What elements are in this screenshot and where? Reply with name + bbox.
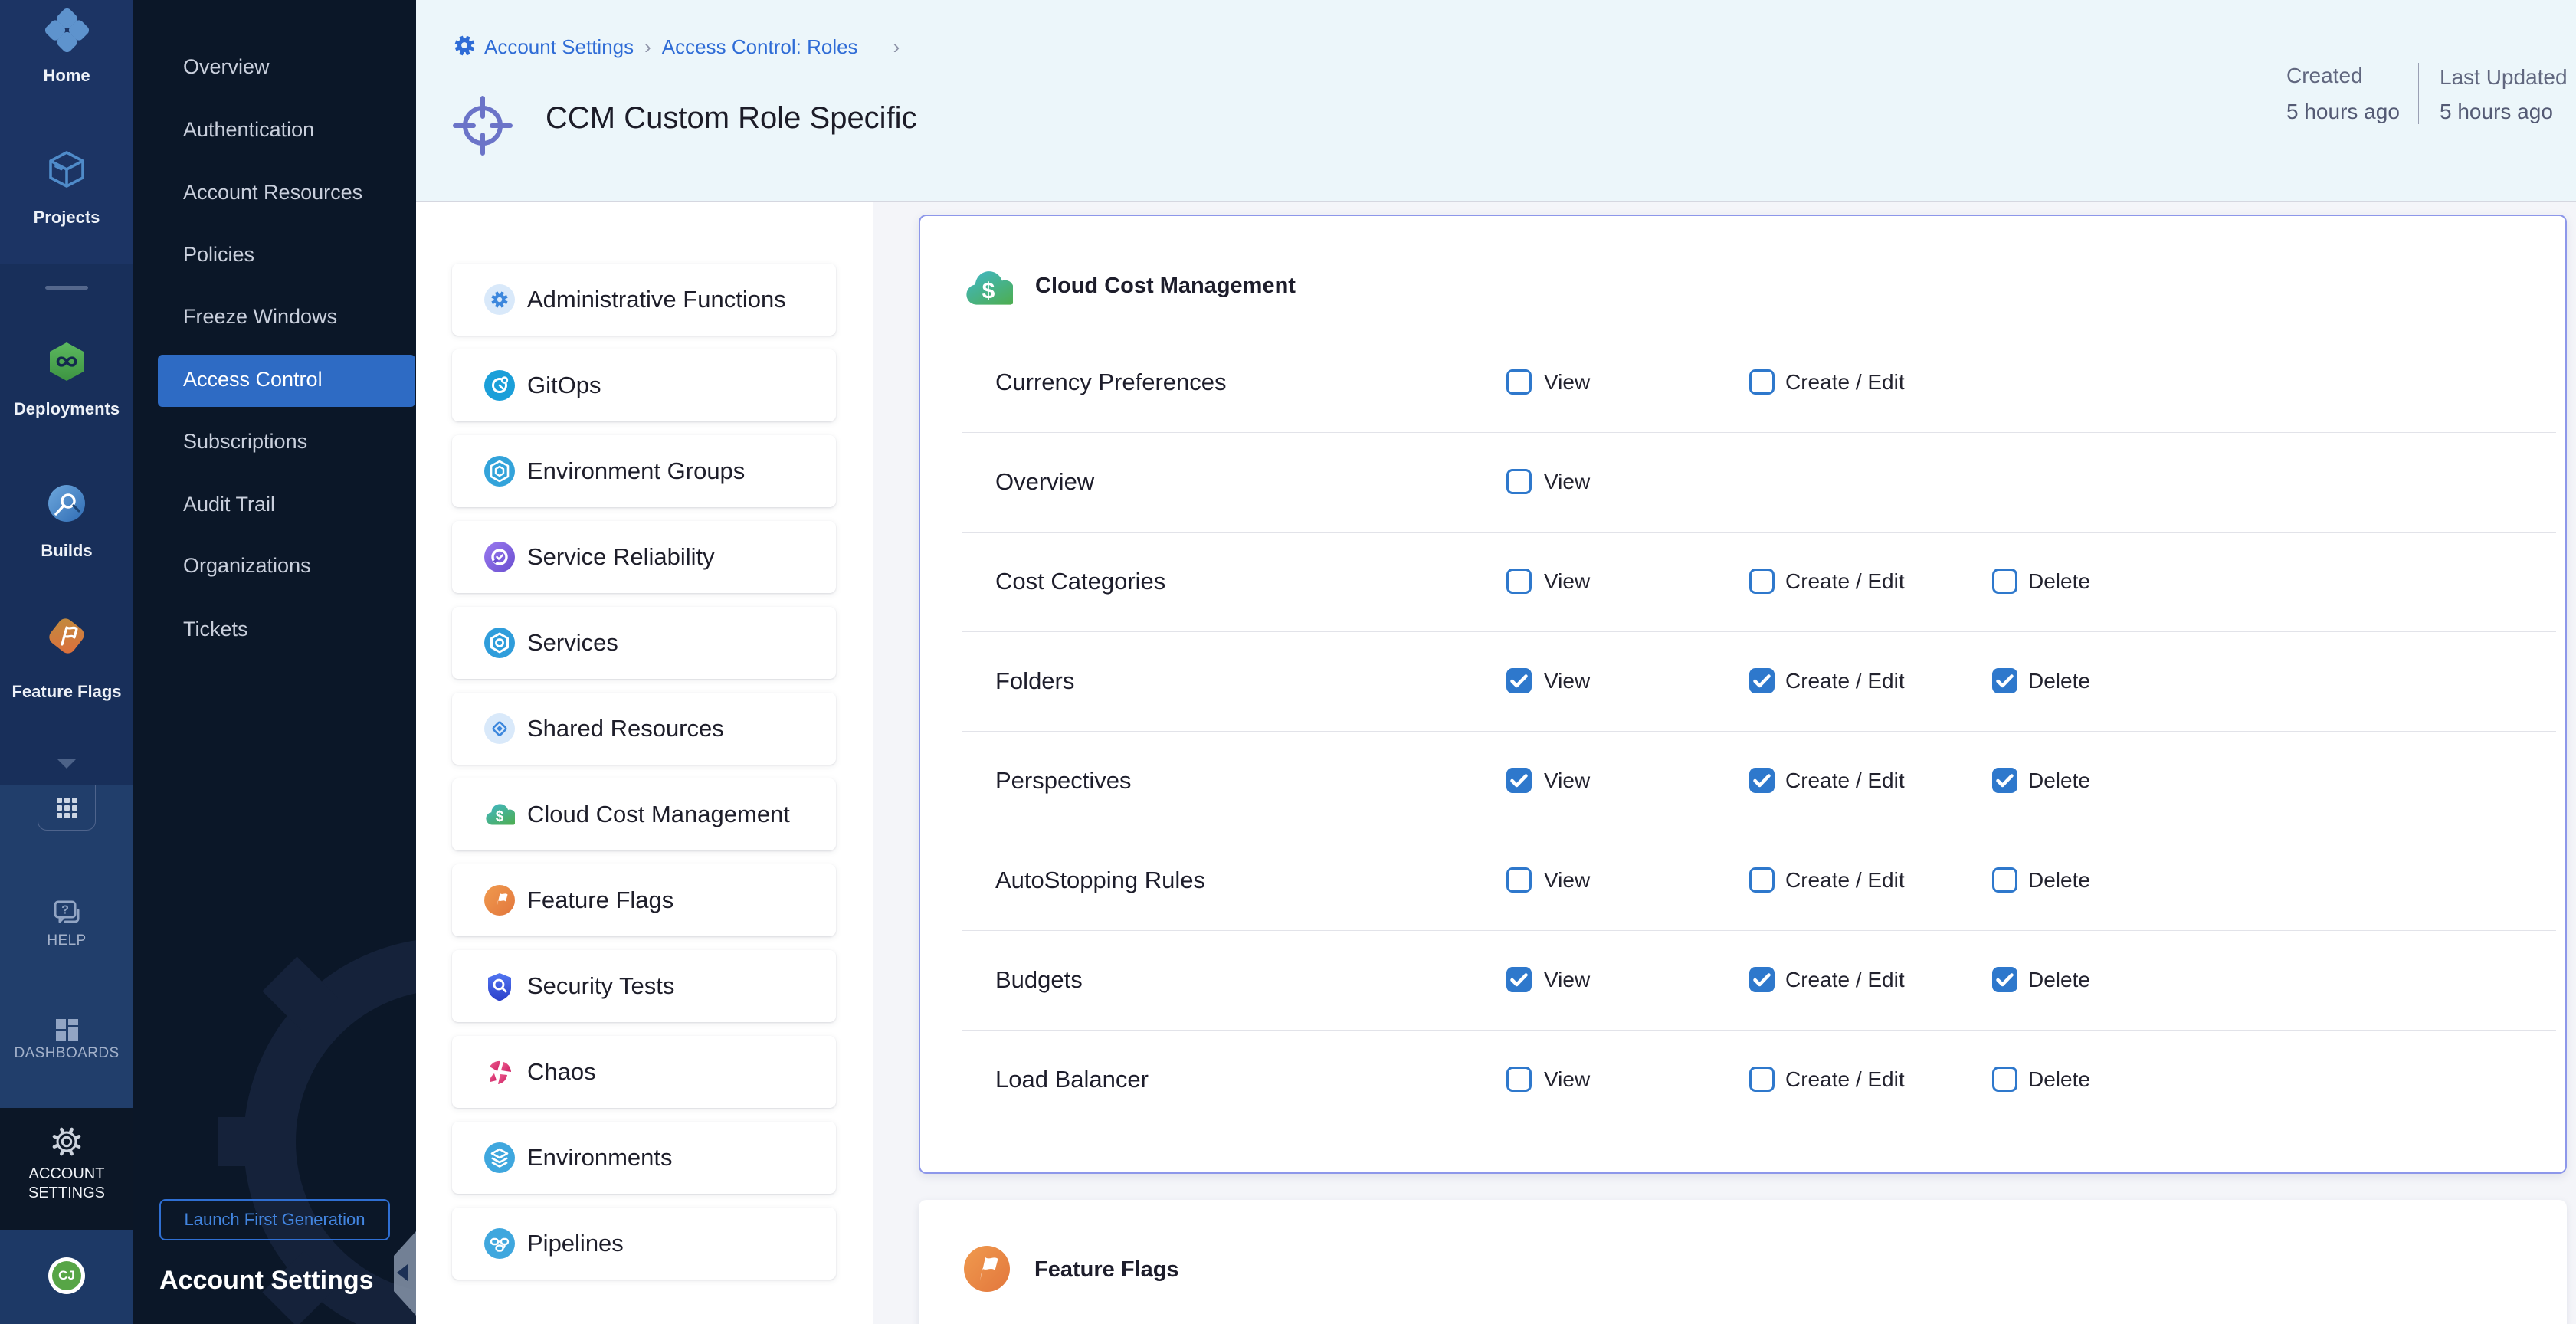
svg-text:$: $ [982, 279, 995, 304]
svg-text:?: ? [61, 904, 69, 917]
svg-text:$: $ [496, 809, 504, 825]
